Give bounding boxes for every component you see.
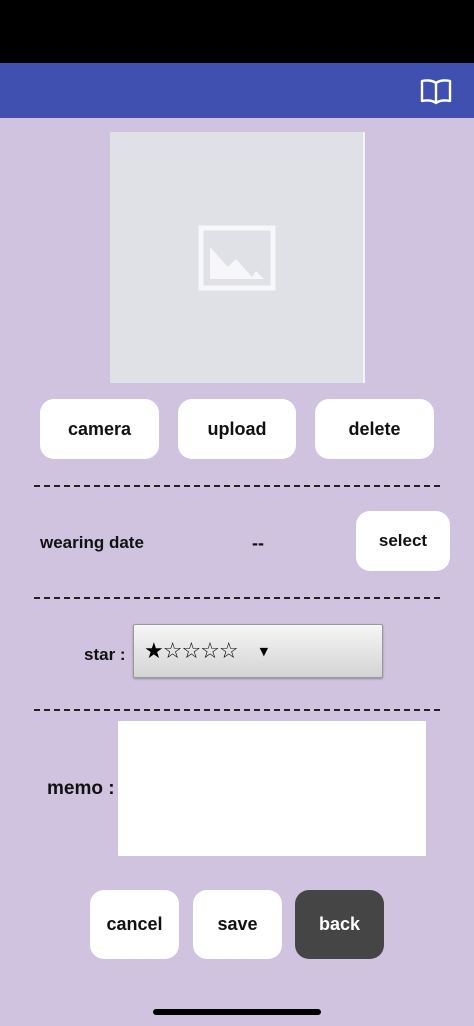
star-rating-select[interactable]: ★☆☆☆☆ ▼ (133, 624, 383, 678)
select-date-button[interactable]: select (356, 511, 450, 571)
memo-label: memo : (47, 778, 115, 799)
camera-button[interactable]: camera (40, 399, 159, 459)
wearing-date-value: -- (252, 533, 264, 553)
upload-button[interactable]: upload (178, 399, 296, 459)
photo-preview (110, 132, 365, 383)
cancel-button[interactable]: cancel (90, 890, 179, 959)
back-button[interactable]: back (295, 890, 384, 959)
memo-input[interactable] (118, 721, 426, 856)
star-label: star : (84, 645, 126, 664)
divider (34, 597, 440, 599)
home-indicator (153, 1009, 321, 1015)
wearing-date-label: wearing date (40, 533, 144, 552)
save-button[interactable]: save (193, 890, 282, 959)
star-rating-value: ★☆☆☆☆ (144, 638, 239, 664)
delete-button[interactable]: delete (315, 399, 434, 459)
dropdown-arrow-icon: ▼ (259, 644, 269, 658)
image-placeholder-icon (198, 225, 275, 290)
divider (34, 709, 440, 711)
status-bar (0, 0, 474, 63)
nav-bar (0, 63, 474, 118)
book-open-icon[interactable] (420, 77, 452, 105)
divider (34, 485, 440, 487)
